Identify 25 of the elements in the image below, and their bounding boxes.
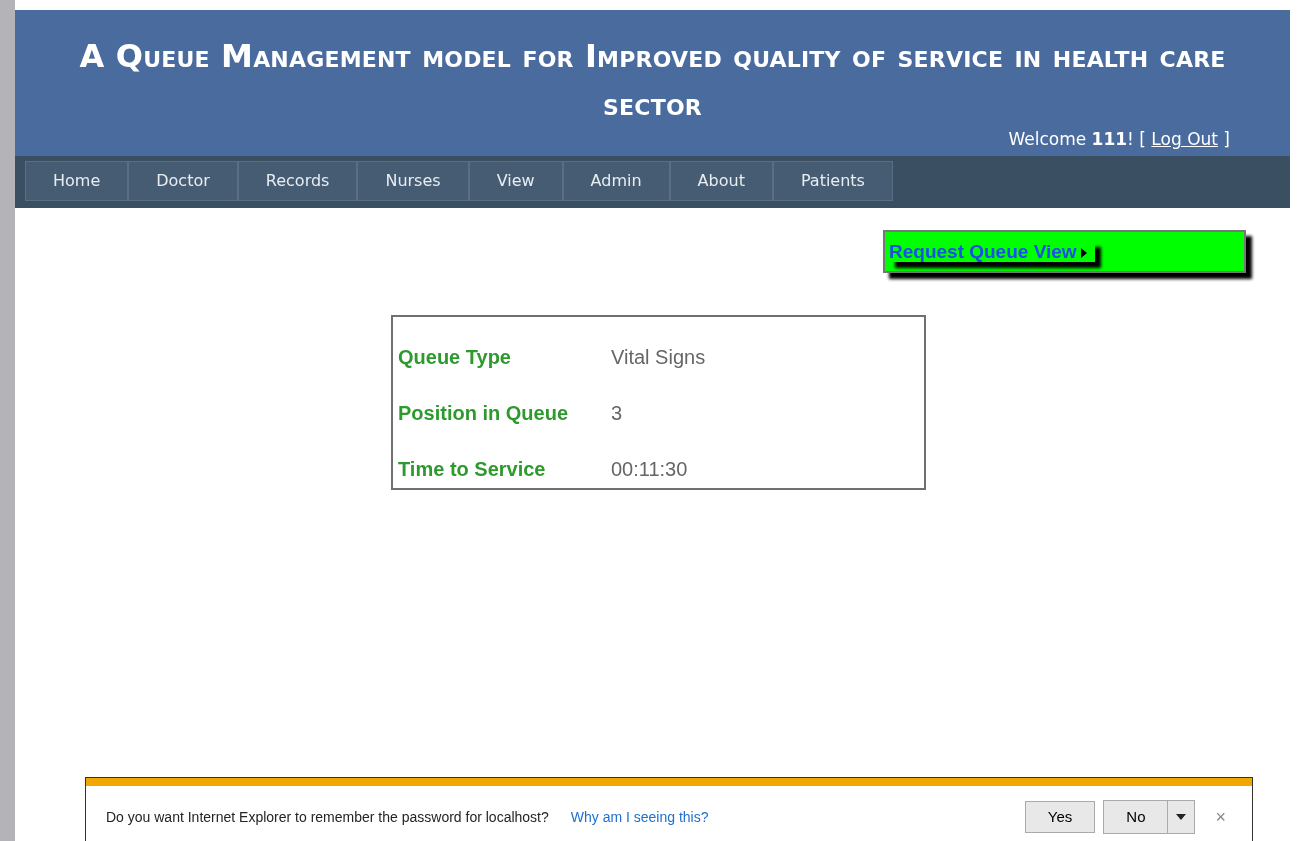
field-value: 00:11:30	[611, 457, 688, 482]
help-link[interactable]: Why am I seeing this?	[570, 806, 709, 828]
menu-item[interactable]: Doctor	[128, 161, 238, 201]
yes-button[interactable]: Yes	[1024, 801, 1096, 833]
field-label: Time to Service	[398, 457, 547, 482]
field-value: Vital Signs	[611, 345, 706, 370]
field-value: 3	[611, 401, 623, 426]
menu-item[interactable]: View	[468, 161, 563, 201]
no-button[interactable]: No	[1104, 801, 1169, 833]
dropdown-button[interactable]	[1168, 801, 1195, 833]
welcome-text: Welcome 111! [ Log Out ]	[1008, 128, 1230, 150]
menu-item[interactable]: Patients	[772, 161, 893, 201]
menu-item[interactable]: Home	[25, 161, 129, 201]
field-label: Position in Queue	[398, 401, 569, 426]
notification-message: Do you want Internet Explorer to remember the password for localhost?	[106, 807, 549, 827]
logout-link[interactable]: Log Out	[1151, 129, 1218, 149]
field-label: Queue Type	[398, 345, 512, 370]
menu-item[interactable]: Nurses	[357, 161, 469, 201]
close-button[interactable]: ×	[1209, 802, 1232, 832]
menu-item[interactable]: Records	[237, 161, 358, 201]
menu-item[interactable]: Admin	[562, 161, 670, 201]
menu-item[interactable]: About	[669, 161, 773, 201]
request-queue-link[interactable]: Request Queue View	[889, 241, 1095, 262]
caret-icon	[1080, 248, 1087, 258]
site-title: A Queue Management model for Improved quality of service in health care sector	[78, 36, 1227, 125]
